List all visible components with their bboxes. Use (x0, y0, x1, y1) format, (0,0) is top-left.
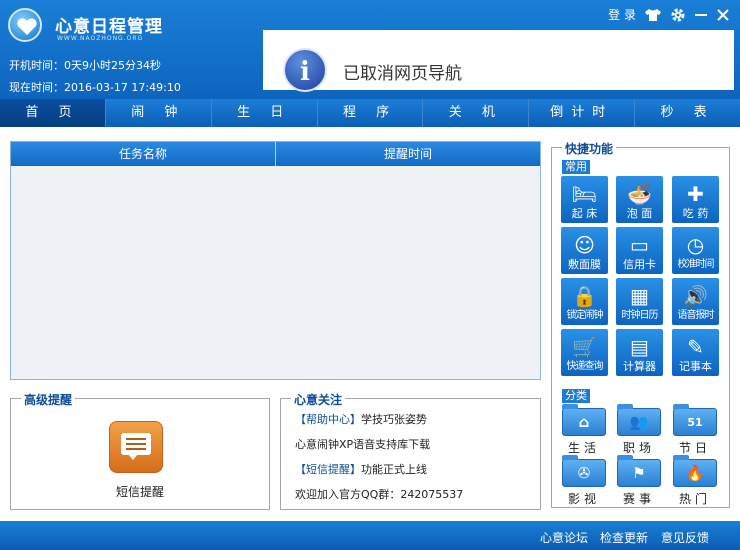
speaker-icon: 🔊 (683, 284, 708, 308)
app-title: 心意日程管理 (55, 17, 163, 37)
focus-title: 心意关注 (291, 391, 346, 408)
tab-shutdown[interactable]: 关 机 (423, 99, 530, 127)
quick-lock-alarm-button[interactable]: 🔒 锁定闹钟 (561, 278, 608, 325)
tab-stopwatch[interactable]: 秒 表 (635, 99, 740, 127)
footer: 心意论坛 检查更新 意见反馈 (0, 521, 740, 550)
tab-countdown[interactable]: 倒计时 (529, 99, 636, 127)
focus-panel: 心意关注 【帮助中心】学技巧张姿势 心意闹钟XP语音支持库下载 【短信提醒】功能… (280, 391, 541, 510)
boot-time-value: 0天9小时25分34秒 (64, 59, 161, 72)
app-subtitle: WWW.NAOZHONG.ORG (57, 35, 144, 42)
focus-link-help[interactable]: 【帮助中心】学技巧张姿势 (295, 411, 427, 427)
tab-alarm[interactable]: 闹 钟 (105, 99, 212, 127)
tab-birthday[interactable]: 生 日 (211, 99, 318, 127)
category-festival-button[interactable]: 51 节日 (672, 404, 718, 455)
close-icon[interactable] (716, 8, 730, 22)
quick-functions-title: 快捷功能 (562, 140, 617, 157)
focus-link-xp-download[interactable]: 心意闹钟XP语音支持库下载 (295, 436, 430, 452)
banner-text: 已取消网页导航 (343, 64, 462, 84)
bed-icon: 🛏 (571, 182, 598, 206)
noodle-bowl-icon: 🍜 (627, 182, 652, 206)
calculator-icon: ▤ (630, 335, 649, 359)
boot-time: 开机时间：0天9小时25分34秒 (9, 57, 161, 73)
category-workplace-button[interactable]: 👥 职场 (616, 404, 662, 455)
forum-link[interactable]: 心意论坛 (540, 529, 588, 546)
title-bar-buttons: 登 录 (608, 6, 730, 23)
logo-heart-icon (8, 8, 42, 42)
header: 心意日程管理 WWW.NAOZHONG.ORG 开机时间：0天9小时25分34秒… (0, 0, 740, 99)
table-header: 任务名称 提醒时间 (11, 142, 540, 166)
people-icon: 👥 (629, 413, 649, 431)
clock-sync-icon: ◷ (686, 233, 705, 257)
quick-wake-up-button[interactable]: 🛏 起 床 (561, 176, 608, 223)
sms-reminder-label[interactable]: 短信提醒 (11, 483, 269, 500)
info-icon: i (283, 48, 327, 92)
calendar-icon: ▦ (630, 284, 649, 308)
category-film-button[interactable]: ✇ 影视 (561, 455, 607, 506)
skin-shirt-icon[interactable] (644, 8, 662, 22)
boot-time-label: 开机时间： (9, 59, 64, 72)
advanced-reminder-title: 高级提醒 (21, 391, 76, 408)
lock-icon: 🔒 (572, 284, 597, 308)
column-remind-time[interactable]: 提醒时间 (276, 142, 540, 166)
quick-calendar-button[interactable]: ▦ 时钟日历 (616, 278, 663, 325)
cart-icon: 🛒 (572, 335, 597, 359)
sms-icon[interactable] (109, 421, 163, 473)
quick-calibrate-time-button[interactable]: ◷ 校准时间 (672, 227, 719, 274)
quick-face-mask-button[interactable]: ☺ 敷面膜 (561, 227, 608, 274)
notepad-icon: ✎ (687, 335, 704, 359)
tab-home[interactable]: 首 页 (0, 99, 106, 127)
minimize-icon[interactable] (694, 8, 708, 22)
focus-link-sms-feature[interactable]: 【短信提醒】功能正式上线 (295, 461, 427, 477)
credit-card-icon: ▭ (630, 233, 649, 257)
quick-calculator-button[interactable]: ▤ 计算器 (616, 329, 663, 376)
quick-credit-card-button[interactable]: ▭ 信用卡 (616, 227, 663, 274)
quick-medicine-button[interactable]: ✚ 吃 药 (672, 176, 719, 223)
tab-program[interactable]: 程 序 (317, 99, 424, 127)
flag-icon: ⚑ (632, 464, 646, 482)
focus-link-qq-group[interactable]: 欢迎加入官方QQ群：242075537 (295, 486, 463, 502)
current-time-value: 2016-03-17 17:49:10 (64, 81, 181, 94)
category-life-button[interactable]: ⌂ 生活 (561, 404, 607, 455)
notice-banner: i 已取消网页导航 (263, 30, 734, 92)
advanced-reminder-panel: 高级提醒 短信提醒 (10, 391, 270, 510)
main-tabs: 首 页 闹 钟 生 日 程 序 关 机 倒计时 秒 表 (0, 99, 740, 127)
category-hot-button[interactable]: 🔥 热门 (672, 455, 718, 506)
login-button[interactable]: 登 录 (608, 6, 636, 23)
settings-gear-icon[interactable] (670, 7, 686, 23)
current-time: 现在时间：2016-03-17 17:49:10 (9, 79, 181, 95)
calendar-51-icon: 51 (687, 416, 703, 429)
common-group-label: 常用 (562, 160, 590, 174)
face-mask-icon: ☺ (574, 233, 595, 257)
quick-functions-panel: 快捷功能 常用 🛏 起 床 🍜 泡 面 ✚ 吃 药 ☺ 敷面膜 ▭ 信用卡 ◷ 校准时间 🔒… (551, 140, 730, 508)
flame-icon: 🔥 (685, 464, 705, 482)
category-group-label: 分类 (562, 389, 590, 403)
quick-notepad-button[interactable]: ✎ 记事本 (672, 329, 719, 376)
column-task-name[interactable]: 任务名称 (11, 142, 276, 166)
film-reel-icon: ✇ (577, 464, 591, 482)
feedback-link[interactable]: 意见反馈 (661, 529, 709, 546)
home-icon: ⌂ (578, 413, 590, 431)
task-table[interactable]: 任务名称 提醒时间 (10, 141, 541, 380)
current-time-label: 现在时间： (9, 81, 64, 94)
quick-noodle-button[interactable]: 🍜 泡 面 (616, 176, 663, 223)
app-window: 心意日程管理 WWW.NAOZHONG.ORG 开机时间：0天9小时25分34秒… (0, 0, 740, 550)
category-sports-button[interactable]: ⚑ 赛事 (616, 455, 662, 506)
quick-voice-time-button[interactable]: 🔊 语音报时 (672, 278, 719, 325)
quick-express-query-button[interactable]: 🛒 快递查询 (561, 329, 608, 376)
check-update-link[interactable]: 检查更新 (600, 529, 648, 546)
medicine-kit-icon: ✚ (687, 182, 704, 206)
